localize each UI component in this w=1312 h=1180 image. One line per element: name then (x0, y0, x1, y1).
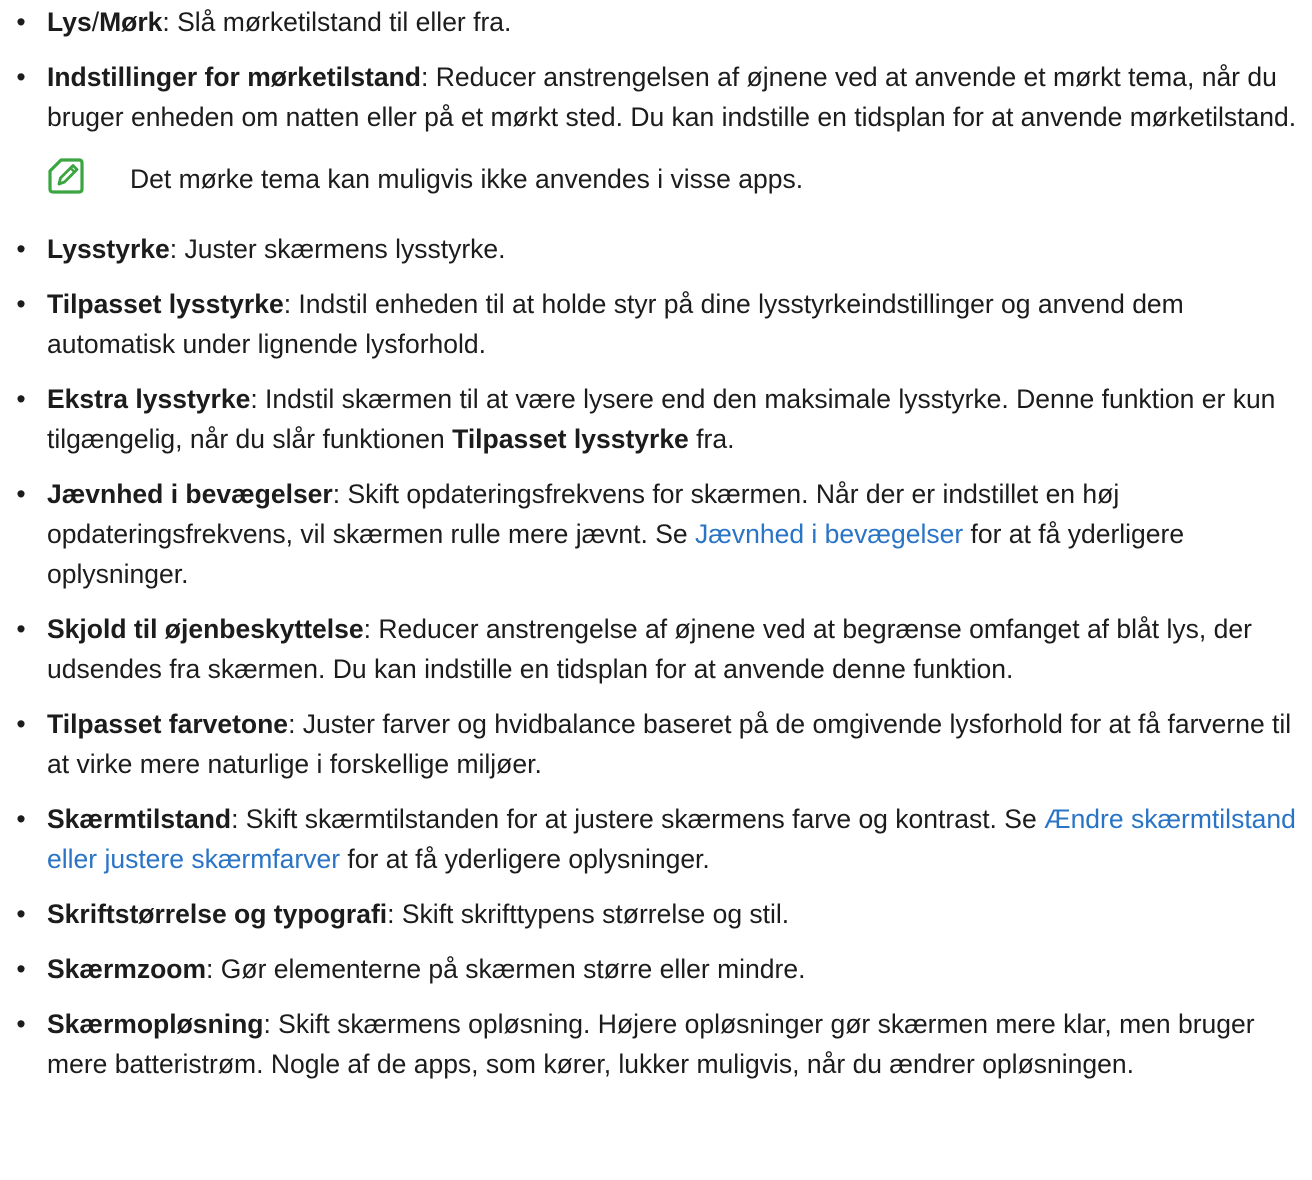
term: Jævnhed i bevægelser (47, 479, 333, 509)
term: Tilpasset lysstyrke (47, 289, 284, 319)
bullet: • (16, 614, 26, 644)
description: : Skift skærmtilstanden for at justere s… (231, 804, 1045, 834)
term: Skjold til øjenbeskyttelse (47, 614, 364, 644)
document-page: • Lys/Mørk: Slå mørketilstand til eller … (0, 0, 1312, 1084)
bullet: • (16, 1009, 26, 1039)
note: Det mørke tema kan muligvis ikke anvende… (0, 157, 1312, 201)
description: : Gør elementerne på skærmen større elle… (206, 954, 806, 984)
bullet: • (16, 289, 26, 319)
bullet: • (16, 954, 26, 984)
term: Ekstra lysstyrke (47, 384, 251, 414)
description-end: fra. (688, 424, 735, 454)
term-separator: / (91, 7, 100, 37)
bullet: • (16, 804, 26, 834)
list-item-jaevnhed: • Jævnhed i bevægelser: Skift opdatering… (0, 474, 1312, 594)
bullet: • (16, 7, 26, 37)
term: Skærmopløsning (47, 1009, 264, 1039)
term: Skærmtilstand (47, 804, 232, 834)
list-item-ekstra-lysstyrke: • Ekstra lysstyrke: Indstil skærmen til … (0, 379, 1312, 459)
list-item-skjold: • Skjold til øjenbeskyttelse: Reducer an… (0, 609, 1312, 689)
term: Skærmzoom (47, 954, 207, 984)
bullet: • (16, 384, 26, 414)
description: : Juster skærmens lysstyrke. (169, 234, 506, 264)
list-item-tilpasset-farvetone: • Tilpasset farvetone: Juster farver og … (0, 704, 1312, 784)
bullet: • (16, 709, 26, 739)
list-item-indstillinger-morketilstand: • Indstillinger for mørketilstand: Reduc… (0, 57, 1312, 137)
description: : Skift skrifttypens størrelse og stil. (387, 899, 790, 929)
term: Lysstyrke (47, 234, 170, 264)
list-item-skaermzoom: • Skærmzoom: Gør elementerne på skærmen … (0, 949, 1312, 989)
note-pencil-icon (48, 158, 84, 194)
description-end: for at få yderligere oplysninger. (340, 844, 710, 874)
list-item-skaermtilstand: • Skærmtilstand: Skift skærmtilstanden f… (0, 799, 1312, 879)
list-item-tilpasset-lysstyrke: • Tilpasset lysstyrke: Indstil enheden t… (0, 284, 1312, 364)
term: Tilpasset farvetone (47, 709, 289, 739)
term: Mørk (99, 7, 163, 37)
list-item-skaermoplosning: • Skærmopløsning: Skift skærmens opløsni… (0, 1004, 1312, 1084)
list-item-skriftstorrelse: • Skriftstørrelse og typografi: Skift sk… (0, 894, 1312, 934)
note-text: Det mørke tema kan muligvis ikke anvende… (130, 164, 804, 194)
bullet: • (16, 899, 26, 929)
inline-term: Tilpasset lysstyrke (452, 424, 689, 454)
list-item-lys-mork: • Lys/Mørk: Slå mørketilstand til eller … (0, 2, 1312, 42)
bullet: • (16, 479, 26, 509)
link-jaevnhed-i-bevaegelser[interactable]: Jævnhed i bevægelser (695, 519, 963, 549)
term: Skriftstørrelse og typografi (47, 899, 388, 929)
description: : Slå mørketilstand til eller fra. (162, 7, 512, 37)
bullet: • (16, 62, 26, 92)
list-item-lysstyrke: • Lysstyrke: Juster skærmens lysstyrke. (0, 229, 1312, 269)
term: Indstillinger for mørketilstand (47, 62, 421, 92)
bullet: • (16, 234, 26, 264)
term: Lys (47, 7, 92, 37)
